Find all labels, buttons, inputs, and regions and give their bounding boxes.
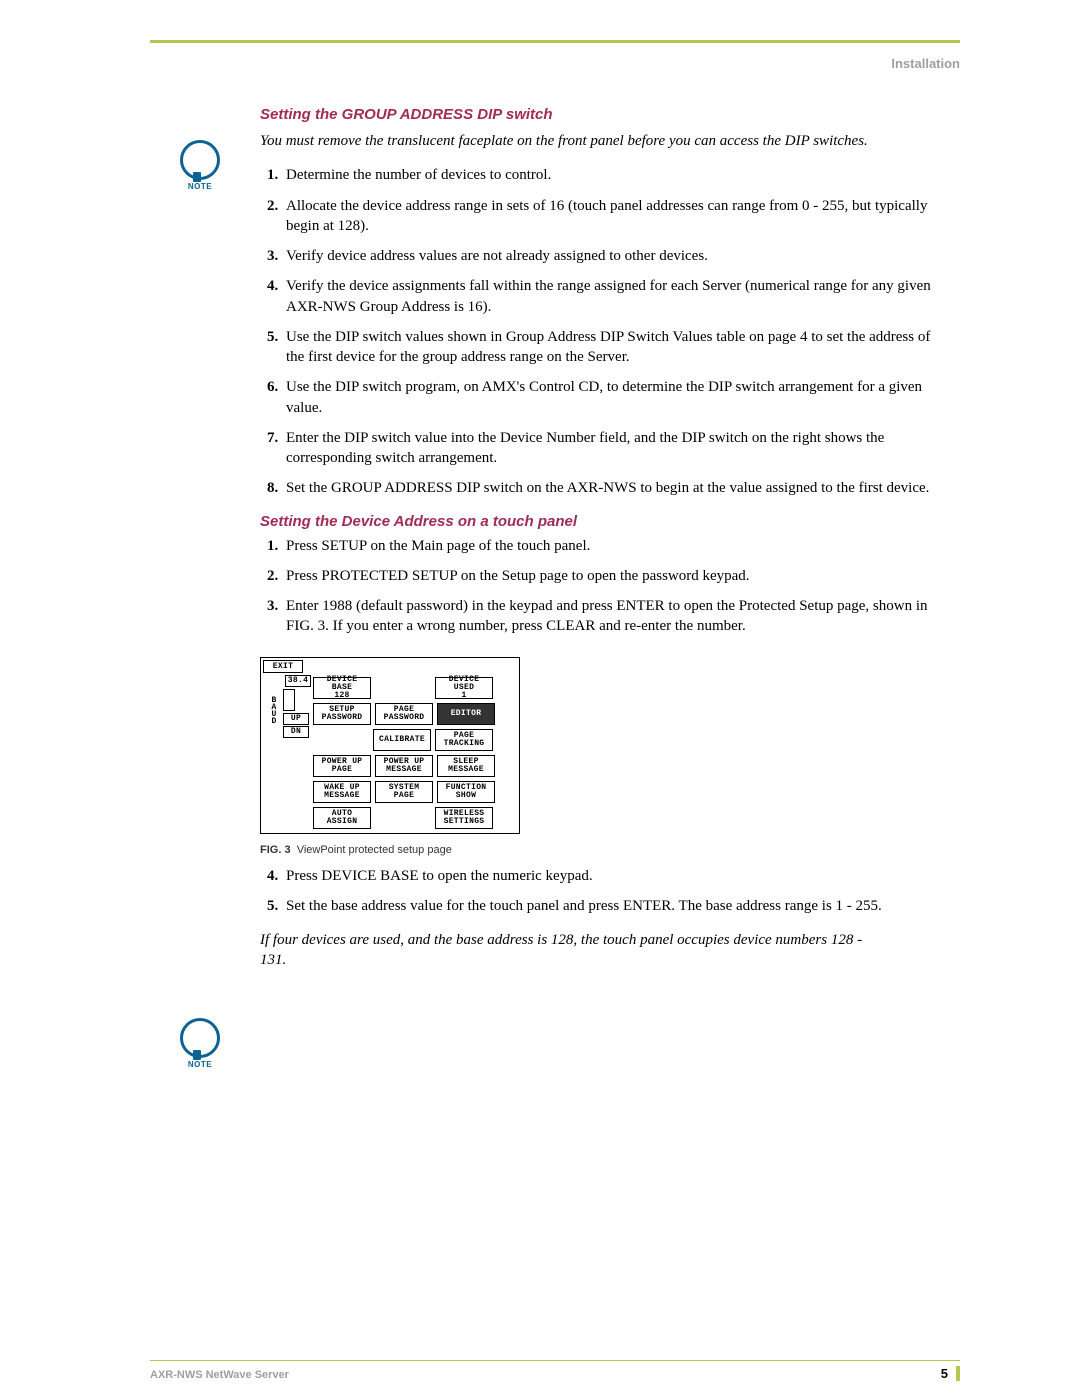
tp-setup-password: SETUPPASSWORD xyxy=(313,703,371,725)
step-item: Determine the number of devices to contr… xyxy=(282,165,950,185)
header-rule xyxy=(150,40,960,43)
tp-editor: EDITOR xyxy=(437,703,495,725)
footer-product: AXR-NWS NetWave Server xyxy=(150,1369,289,1381)
step-item: Press SETUP on the Main page of the touc… xyxy=(282,536,950,556)
step-item: Use the DIP switch values shown in Group… xyxy=(282,327,950,368)
tp-device-base: DEVICE BASE128 xyxy=(313,677,371,699)
step-item: Use the DIP switch program, on AMX's Con… xyxy=(282,377,950,418)
tp-page-password: PAGEPASSWORD xyxy=(375,703,433,725)
tp-power-up-page: POWER UPPAGE xyxy=(313,755,371,777)
step-item: Enter 1988 (default password) in the key… xyxy=(282,596,950,637)
tp-sleep-message: SLEEPMESSAGE xyxy=(437,755,495,777)
steps-list-1: Determine the number of devices to contr… xyxy=(260,165,950,498)
header-section-label: Installation xyxy=(891,56,960,71)
step-item: Allocate the device address range in set… xyxy=(282,196,950,237)
note-icon: NOTE xyxy=(170,1018,230,1069)
tp-power-up-message: POWER UPMESSAGE xyxy=(375,755,433,777)
footer-page-number: 5 xyxy=(941,1366,960,1381)
note-label: NOTE xyxy=(170,1060,230,1069)
note-label: NOTE xyxy=(170,182,230,191)
page: Installation Setting the GROUP ADDRESS D… xyxy=(0,0,1080,1397)
content: Setting the GROUP ADDRESS DIP switch NOT… xyxy=(260,106,950,971)
tp-function-show: FUNCTIONSHOW xyxy=(437,781,495,803)
tp-baud-rate: 38.4 xyxy=(285,675,311,687)
note-icon: NOTE xyxy=(170,140,230,191)
tp-wireless-settings: WIRELESSSETTINGS xyxy=(435,807,493,829)
tp-system-page: SYSTEMPAGE xyxy=(375,781,433,803)
tp-dn-button: DN xyxy=(283,726,309,738)
step-item: Set the GROUP ADDRESS DIP switch on the … xyxy=(282,478,950,498)
steps-list-2a: Press SETUP on the Main page of the touc… xyxy=(260,536,950,637)
tp-baud-label: B A U D xyxy=(269,687,279,739)
note-text-2: If four devices are used, and the base a… xyxy=(260,930,950,971)
section-title-device-address: Setting the Device Address on a touch pa… xyxy=(260,513,950,530)
tp-baud-bar xyxy=(283,689,295,711)
tp-auto-assign: AUTOASSIGN xyxy=(313,807,371,829)
step-item: Verify device address values are not alr… xyxy=(282,246,950,266)
tp-device-used: DEVICE USED1 xyxy=(435,677,493,699)
step-item: Set the base address value for the touch… xyxy=(282,896,950,916)
figure-touchpanel: EXIT 38.4 B A U D UP DN xyxy=(260,657,520,834)
tp-calibrate: CALIBRATE xyxy=(373,729,431,751)
tp-exit-button: EXIT xyxy=(263,660,303,673)
footer-rule xyxy=(150,1360,960,1362)
lightbulb-icon xyxy=(180,140,220,180)
figure-caption: FIG. 3 ViewPoint protected setup page xyxy=(260,844,950,856)
steps-list-2b: Press DEVICE BASE to open the numeric ke… xyxy=(260,866,950,917)
section-title-group-address: Setting the GROUP ADDRESS DIP switch xyxy=(260,106,950,123)
tp-wake-up-message: WAKE UPMESSAGE xyxy=(313,781,371,803)
step-item: Press PROTECTED SETUP on the Setup page … xyxy=(282,566,950,586)
note-text-1: You must remove the translucent faceplat… xyxy=(260,131,950,151)
step-item: Verify the device assignments fall withi… xyxy=(282,276,950,317)
lightbulb-icon xyxy=(180,1018,220,1058)
step-item: Enter the DIP switch value into the Devi… xyxy=(282,428,950,469)
tp-page-tracking: PAGETRACKING xyxy=(435,729,493,751)
tp-up-button: UP xyxy=(283,713,309,725)
tp-button-grid: DEVICE BASE128 DEVICE USED1 SETUPPASSWOR… xyxy=(311,675,501,831)
step-item: Press DEVICE BASE to open the numeric ke… xyxy=(282,866,950,886)
